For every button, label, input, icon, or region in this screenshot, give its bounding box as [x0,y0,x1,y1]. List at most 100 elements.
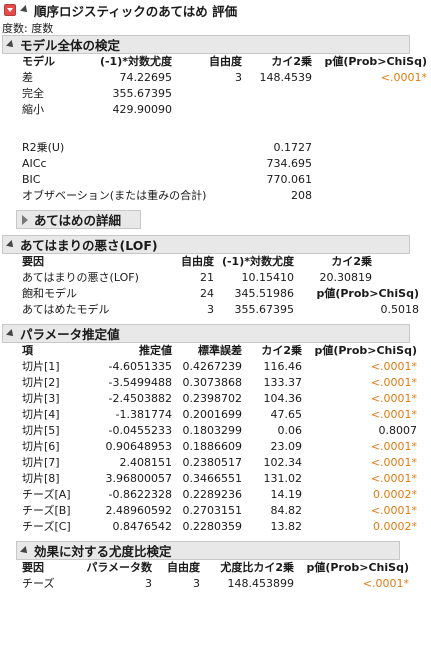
cell: 74.22695 [119,71,173,84]
cell: <.0001* [370,504,417,517]
cell: -0.0455233 [108,424,172,437]
col-header: 自由度 [167,561,200,574]
cell: 10.15410 [241,271,295,284]
table-row: チーズ[B] 2.48960592 0.2703151 84.82 <.0001* [22,503,431,519]
cell: 0.3466551 [182,472,243,485]
col-header: 要因 [22,255,44,268]
outline-params[interactable]: パラメータ推定値 [2,324,410,343]
table-header: 要因 パラメータ数 自由度 尤度比カイ2乗 p値(Prob>ChiSq) [22,560,431,576]
table-row: 切片[8] 3.96800057 0.3466551 131.02 <.0001* [22,471,431,487]
table-header: 要因 自由度 (-1)*対数尤度 カイ2乗 [22,254,431,270]
stat-value: 0.1727 [273,141,313,154]
cell: <.0001* [370,392,417,405]
cell: 47.65 [270,408,303,421]
cell: 14.19 [270,488,303,501]
cell: 縮小 [22,103,44,116]
cell: -0.8622328 [108,488,172,501]
outline-whole-model[interactable]: モデル全体の検定 [2,35,410,54]
freq-label: 度数: 度数 [2,22,54,35]
disclosure-open-icon[interactable] [5,328,17,340]
disclosure-open-icon[interactable] [5,239,17,251]
cell: 0.2280359 [182,520,243,533]
disclosure-open-icon[interactable] [5,39,17,51]
cell: 切片[8] [22,472,60,485]
cell: 116.46 [263,360,303,373]
stat-label: BIC [22,173,41,186]
cell: 完全 [22,87,44,100]
cell: 切片[7] [22,456,60,469]
cell: 0.2398702 [182,392,243,405]
col-header: 推定値 [139,344,172,357]
table-row: 完全 355.67395 [22,86,431,102]
cell: 0.2289236 [182,488,243,501]
cell: チーズ [22,577,55,590]
cell: -4.6051335 [108,360,172,373]
table-row: あてはめたモデル 3 355.67395 0.5018 [22,302,431,318]
col-header: p値(Prob>ChiSq) [314,344,417,357]
cell: あてはめたモデル [22,303,110,316]
col-header: p値(Prob>ChiSq) [324,55,427,68]
disclosure-open-icon[interactable] [19,545,31,557]
col-header: p値(Prob>ChiSq) [306,561,409,574]
cell: 0.3073868 [182,376,243,389]
red-triangle-menu-icon[interactable] [4,4,16,16]
stat-value: 734.695 [266,157,313,170]
cell: 0.2380517 [182,456,243,469]
outline-lof[interactable]: あてはまりの悪さ(LOF) [2,235,410,254]
cell: 0.5018 [380,303,420,316]
stat-row: R2乗(U) 0.1727 [22,140,431,156]
report-title-bar: 順序ロジスティックのあてはめ 評価 [0,0,431,20]
section-title: あてはめの詳細 [34,213,122,228]
cell: <.0001* [370,360,417,373]
disclosure-open-icon[interactable] [19,4,31,16]
table-row: 差 74.22695 3 148.4539 <.0001* [22,70,431,86]
section-title: パラメータ推定値 [20,327,120,342]
table-header: モデル (-1)*対数尤度 自由度 カイ2乗 p値(Prob>ChiSq) [22,54,431,70]
col-header: モデル [22,55,55,68]
cell: 3 [207,303,214,316]
cell: 2.408151 [119,456,173,469]
section-title: モデル全体の検定 [20,38,121,53]
report-title: 順序ロジスティックのあてはめ 評価 [34,3,238,19]
cell: 0.2001699 [182,408,243,421]
table-row: 切片[2] -3.5499488 0.3073868 133.37 <.0001* [22,375,431,391]
outline-effect-lr[interactable]: 効果に対する尤度比検定 [16,541,400,560]
col-header: カイ2乗 [261,344,302,357]
table-row: 切片[3] -2.4503882 0.2398702 104.36 <.0001* [22,391,431,407]
cell: 0.0002* [373,488,417,501]
cell: あてはまりの悪さ(LOF) [22,271,139,284]
cell: 3 [193,577,200,590]
cell: <.0001* [370,472,417,485]
cell: 20.30819 [319,271,373,284]
stat-value: 208 [291,189,312,202]
cell: 102.34 [263,456,303,469]
disclosure-closed-icon[interactable] [19,214,31,226]
cell: <.0001* [362,577,409,590]
cell: 148.453899 [227,577,294,590]
table-row: 飽和モデル 24 345.51986 p値(Prob>ChiSq) [22,286,431,302]
cell: 3.96800057 [105,472,172,485]
cell: 13.82 [270,520,303,533]
cell: 84.82 [270,504,303,517]
outline-fit-details[interactable]: あてはめの詳細 [16,210,141,229]
stat-row: AICc 734.695 [22,156,431,172]
cell: <.0001* [380,71,427,84]
col-header: カイ2乗 [331,255,372,268]
cell: 355.67395 [112,87,173,100]
cell: 148.4539 [259,71,313,84]
col-header: 要因 [22,561,44,574]
cell: 21 [200,271,214,284]
cell: <.0001* [370,376,417,389]
cell: 0.06 [277,424,303,437]
col-header: 尤度比カイ2乗 [220,561,294,574]
cell: チーズ[A] [22,488,71,501]
table-row: 切片[6] 0.90648953 0.1886609 23.09 <.0001* [22,439,431,455]
cell: 切片[4] [22,408,60,421]
cell: <.0001* [370,456,417,469]
cell: 0.2703151 [182,504,243,517]
col-header: (-1)*対数尤度 [99,55,172,68]
cell: -2.4503882 [108,392,172,405]
table-row: チーズ[C] 0.8476542 0.2280359 13.82 0.0002* [22,519,431,535]
cell: -1.381774 [115,408,172,421]
cell: -3.5499488 [108,376,172,389]
